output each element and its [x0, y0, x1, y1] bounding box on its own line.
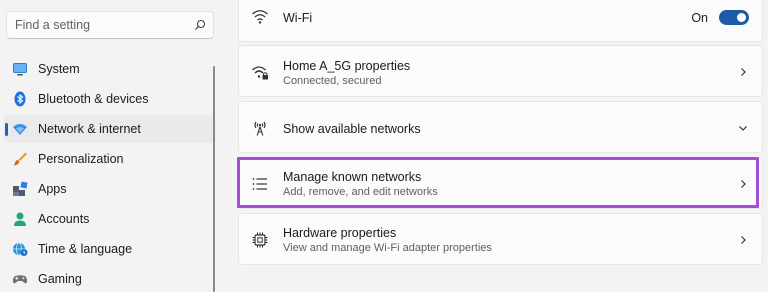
apps-icon — [13, 181, 28, 196]
sidebar-item-label: Personalization — [38, 152, 124, 166]
sidebar-item-label: Network & internet — [38, 122, 141, 136]
toggle-knob — [737, 13, 746, 22]
wifi-title: Wi-Fi — [283, 11, 313, 25]
sidebar-item-apps[interactable]: Apps — [4, 175, 214, 203]
known-networks-title: Manage known networks — [283, 170, 422, 184]
wifi-card[interactable]: Wi-Fi On — [238, 0, 763, 42]
available-networks-title: Show available networks — [283, 122, 421, 136]
accounts-icon — [14, 212, 26, 226]
sidebar-item-system[interactable]: System — [4, 55, 214, 83]
sidebar-item-network[interactable]: Network & internet — [4, 115, 214, 143]
sidebar-item-label: Apps — [38, 182, 67, 196]
hardware-properties-card[interactable]: Hardware properties View and manage Wi-F… — [238, 213, 763, 265]
chevron-right-icon — [741, 236, 746, 244]
sidebar-item-label: Accounts — [38, 212, 90, 226]
network-properties-card[interactable]: Home A_5G properties Connected, secured — [238, 45, 763, 97]
globe-clock-icon — [13, 242, 28, 256]
selection-indicator — [5, 123, 8, 136]
sidebar-item-label: System — [38, 62, 80, 76]
sidebar-item-accounts[interactable]: Accounts — [4, 205, 214, 233]
antenna-icon — [254, 121, 266, 136]
wifi-toggle[interactable] — [719, 10, 749, 25]
sidebar-item-personalization[interactable]: Personalization — [4, 145, 214, 173]
chevron-right-icon — [741, 180, 746, 188]
chevron-right-icon — [741, 68, 746, 76]
bluetooth-icon — [14, 91, 26, 107]
sidebar-item-time-language[interactable]: Time & language — [4, 235, 214, 263]
brush-icon — [14, 152, 27, 166]
sidebar-item-label: Bluetooth & devices — [38, 92, 149, 106]
search-input[interactable] — [7, 12, 187, 38]
sidebar: System Bluetooth & devices Network & int… — [0, 0, 228, 292]
hardware-properties-description: View and manage Wi-Fi adapter properties — [283, 242, 492, 254]
chip-icon — [252, 232, 268, 248]
known-networks-card[interactable]: Manage known networks Add, remove, and e… — [238, 157, 763, 209]
sidebar-scrollbar[interactable] — [213, 66, 215, 292]
available-networks-card[interactable]: Show available networks — [238, 101, 763, 153]
wifi-icon — [252, 10, 268, 24]
wifi-secured-icon — [252, 66, 268, 80]
network-properties-title: Home A_5G properties — [283, 59, 411, 73]
search-box[interactable] — [6, 11, 214, 39]
sidebar-item-label: Time & language — [38, 242, 133, 256]
gaming-icon — [12, 275, 28, 284]
sidebar-item-label: Gaming — [38, 272, 82, 286]
system-icon — [13, 63, 27, 76]
wifi-state-label: On — [691, 11, 708, 25]
network-status: Connected, secured — [283, 75, 382, 87]
hardware-properties-title: Hardware properties — [283, 226, 397, 240]
known-networks-description: Add, remove, and edit networks — [283, 186, 438, 198]
chevron-down-icon — [739, 126, 747, 131]
sidebar-item-gaming[interactable]: Gaming — [4, 265, 214, 292]
network-icon — [13, 124, 27, 135]
search-icon[interactable] — [194, 19, 206, 31]
list-icon — [252, 178, 267, 190]
sidebar-item-bluetooth[interactable]: Bluetooth & devices — [4, 85, 214, 113]
